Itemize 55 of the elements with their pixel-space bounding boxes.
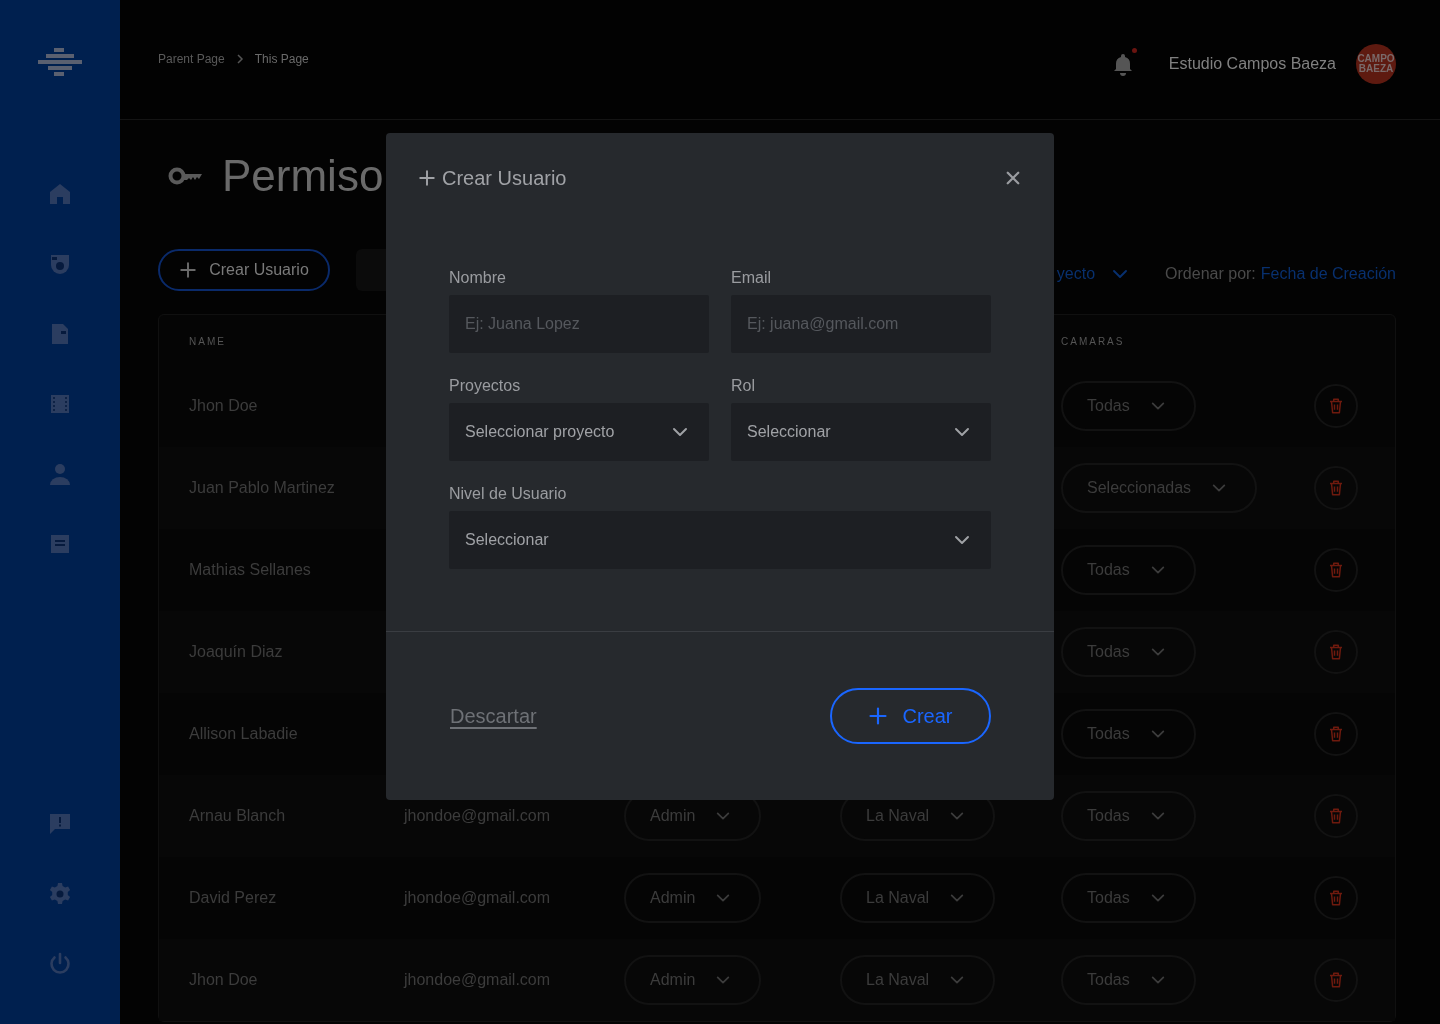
field-label: Email (731, 269, 772, 287)
chevron-right-icon (234, 54, 245, 64)
logo-icon[interactable] (38, 48, 82, 76)
user-icon[interactable] (48, 462, 72, 486)
feedback-icon[interactable] (48, 812, 72, 836)
create-user-button[interactable]: Crear Usuario (158, 249, 330, 291)
home-icon[interactable] (48, 182, 72, 206)
list-icon[interactable] (48, 532, 72, 556)
trash-icon (1327, 971, 1345, 989)
page-title: Permiso (222, 151, 384, 201)
sort-label: Ordenar por: (1165, 265, 1256, 283)
plus-icon (418, 169, 436, 187)
trash-icon (1327, 725, 1345, 743)
trash-icon (1327, 643, 1345, 661)
close-icon[interactable] (1004, 169, 1022, 187)
settings-icon[interactable] (48, 882, 72, 906)
delete-button[interactable] (1314, 466, 1358, 510)
delete-button[interactable] (1314, 794, 1358, 838)
power-icon[interactable] (48, 952, 72, 976)
delete-button[interactable] (1314, 958, 1358, 1002)
film-icon[interactable] (48, 392, 72, 416)
delete-button[interactable] (1314, 384, 1358, 428)
sort-dropdown[interactable]: Fecha de Creación (1260, 265, 1396, 283)
select-field[interactable]: Seleccionar (449, 511, 991, 569)
project-filter[interactable]: yecto (1056, 265, 1130, 283)
select-field[interactable]: Seleccionar proyecto (449, 403, 709, 461)
delete-button[interactable] (1314, 548, 1358, 592)
account-name[interactable]: Estudio Campos Baeza (1168, 55, 1336, 73)
trash-icon (1327, 397, 1345, 415)
column-header: CAMARAS (1061, 336, 1125, 347)
trash-icon (1327, 889, 1345, 907)
trash-icon (1327, 561, 1345, 579)
field-label: Nivel de Usuario (449, 485, 568, 503)
input-field[interactable]: Ej: juana@gmail.com (731, 295, 991, 353)
field-label: Rol (731, 377, 756, 395)
field-label: Nombre (449, 269, 507, 287)
select-field[interactable]: Seleccionar (731, 403, 991, 461)
current-page-crumb: This Page (254, 52, 309, 66)
delete-button[interactable] (1314, 630, 1358, 674)
camera-icon[interactable] (48, 252, 72, 276)
field-label: Proyectos (449, 377, 522, 395)
column-header: NAME (189, 336, 226, 347)
dialog-title: Crear Usuario (442, 166, 567, 190)
trash-icon (1327, 807, 1345, 825)
key-icon (168, 166, 204, 186)
create-button[interactable]: Crear (830, 688, 991, 744)
breadcrumb-link[interactable]: Parent Page (158, 52, 225, 66)
delete-button[interactable] (1314, 876, 1358, 920)
input-field[interactable]: Ej: Juana Lopez (449, 295, 709, 353)
plus-icon (179, 261, 198, 279)
delete-button[interactable] (1314, 712, 1358, 756)
discard-link[interactable]: Descartar (450, 704, 537, 728)
avatar[interactable]: CAMPO BAEZA (1356, 44, 1396, 84)
plus-icon (868, 706, 889, 726)
trash-icon (1327, 479, 1345, 497)
